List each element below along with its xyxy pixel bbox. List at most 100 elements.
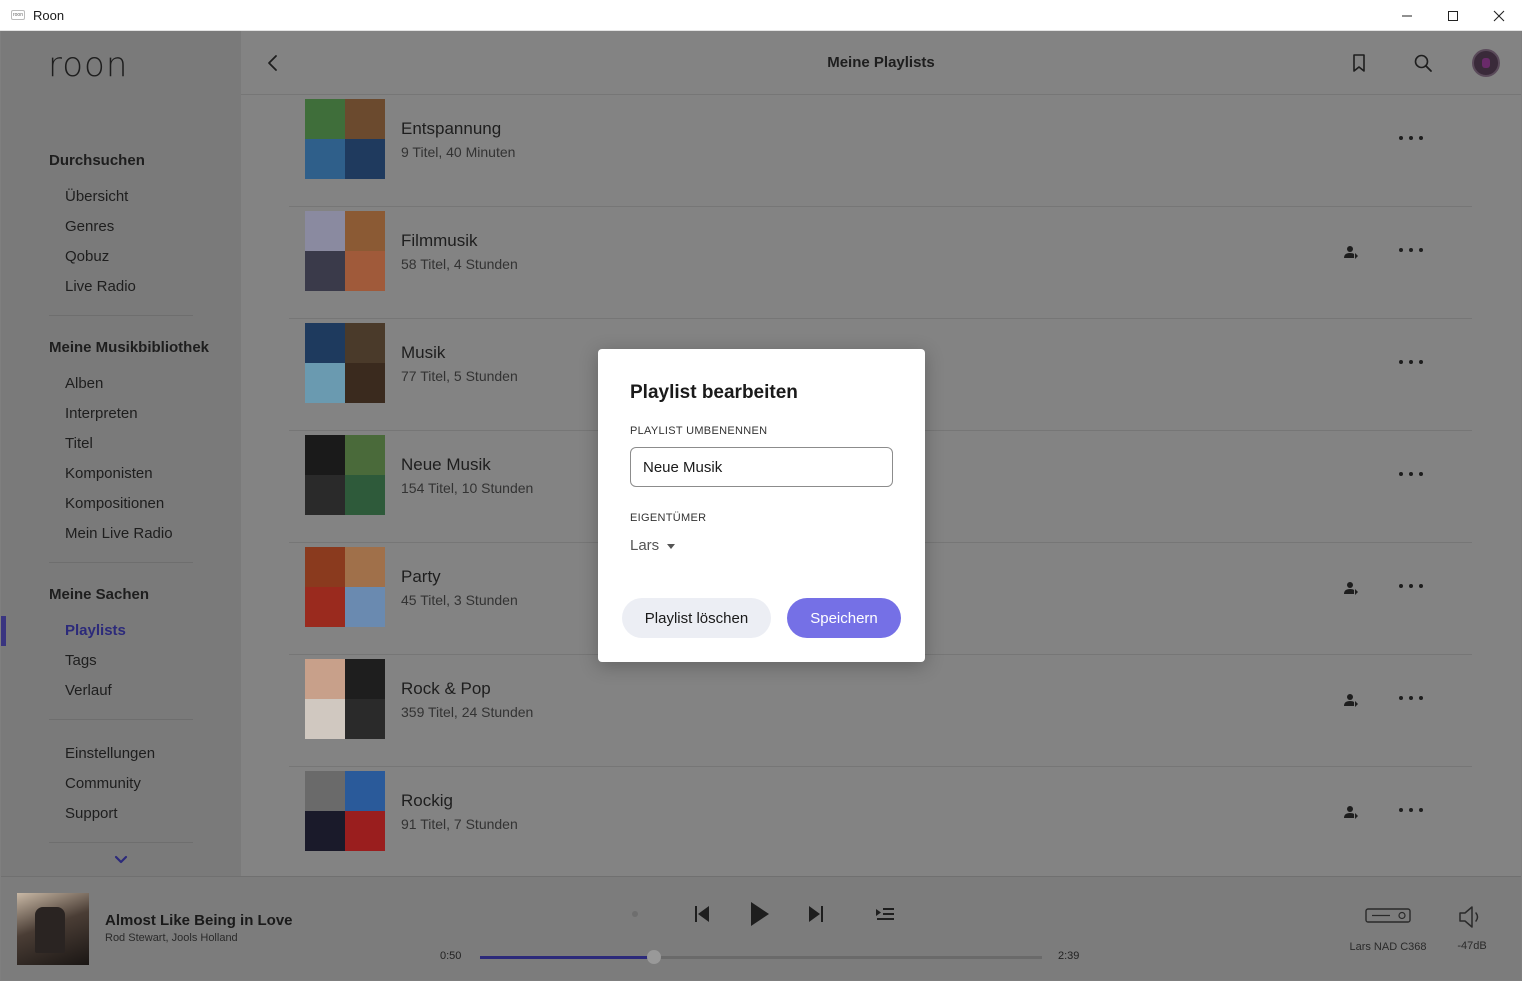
dot (1419, 696, 1423, 700)
now-playing-title[interactable]: Almost Like Being in Love (105, 912, 293, 929)
more-options-icon[interactable] (1399, 128, 1423, 148)
album-art-tile (305, 587, 345, 627)
dot (1399, 584, 1403, 588)
playlist-row[interactable]: Rock & Pop 359 Titel, 24 Stunden (289, 655, 1472, 767)
zone-name[interactable]: Lars NAD C368 (1347, 940, 1429, 955)
sidebar-item-genres[interactable]: Genres (65, 218, 114, 235)
album-art-tile (305, 659, 345, 699)
playlist-cover[interactable] (305, 659, 385, 739)
sidebar-item-tracks[interactable]: Titel (65, 435, 93, 452)
sidebar-item-overview[interactable]: Übersicht (65, 188, 128, 205)
playlist-cover[interactable] (305, 547, 385, 627)
dot (1409, 248, 1413, 252)
playlist-subtitle: 154 Titel, 10 Stunden (401, 480, 534, 496)
playlist-title[interactable]: Musik (401, 343, 445, 363)
album-art-tile (305, 475, 345, 515)
bookmark-icon[interactable] (1348, 52, 1370, 74)
more-options-icon[interactable] (1399, 352, 1423, 372)
playlist-cover[interactable] (305, 771, 385, 851)
sidebar-item-community[interactable]: Community (65, 775, 141, 792)
album-art-tile (345, 811, 385, 851)
owner-label: EIGENTÜMER (630, 512, 707, 524)
dot (1409, 472, 1413, 476)
amplifier-icon[interactable] (1364, 905, 1412, 927)
delete-playlist-button[interactable]: Playlist löschen (622, 598, 771, 638)
now-playing-album-art[interactable] (17, 893, 89, 965)
seek-bar[interactable] (480, 950, 1042, 964)
dot (1419, 360, 1423, 364)
seek-bar-handle[interactable] (647, 950, 662, 964)
more-options-icon[interactable] (1399, 576, 1423, 596)
more-options-icon[interactable] (1399, 240, 1423, 260)
playlist-title[interactable]: Entspannung (401, 119, 501, 139)
nav-heading-browse: Durchsuchen (49, 152, 145, 169)
search-icon[interactable] (1412, 52, 1434, 74)
playlist-name-input[interactable] (630, 447, 893, 487)
speaker-volume-icon[interactable] (1456, 904, 1484, 930)
radio-mode-icon[interactable] (629, 908, 641, 920)
roon-logo[interactable]: roon (48, 45, 128, 85)
sidebar-item-history[interactable]: Verlauf (65, 682, 112, 699)
caret-down-icon (667, 544, 676, 549)
seek-bar-fill (480, 956, 655, 959)
chevron-down-icon[interactable] (113, 853, 129, 867)
playlist-title[interactable]: Rock & Pop (401, 679, 491, 699)
next-track-icon[interactable] (805, 903, 827, 925)
album-art-tile (345, 211, 385, 251)
sidebar-item-live-radio[interactable]: Live Radio (65, 278, 136, 295)
maximize-button[interactable] (1430, 0, 1476, 31)
shared-user-icon (1344, 582, 1358, 595)
playlist-title[interactable]: Rockig (401, 791, 453, 811)
dot (1419, 136, 1423, 140)
playlist-title[interactable]: Neue Musik (401, 455, 491, 475)
sidebar-item-artists[interactable]: Interpreten (65, 405, 138, 422)
more-options-icon[interactable] (1399, 800, 1423, 820)
avatar[interactable] (1472, 49, 1500, 77)
owner-dropdown[interactable]: Lars (630, 537, 676, 554)
album-art-tile (305, 771, 345, 811)
sidebar-item-tags[interactable]: Tags (65, 652, 97, 669)
playlist-row[interactable]: Filmmusik 58 Titel, 4 Stunden (289, 207, 1472, 319)
save-button[interactable]: Speichern (787, 598, 901, 638)
playlist-title[interactable]: Party (401, 567, 441, 587)
nav-divider (49, 719, 193, 720)
playlist-cover[interactable] (305, 99, 385, 179)
now-playing-artist[interactable]: Rod Stewart, Jools Holland (105, 932, 238, 944)
more-options-icon[interactable] (1399, 464, 1423, 484)
sidebar-item-settings[interactable]: Einstellungen (65, 745, 155, 762)
previous-track-icon[interactable] (691, 903, 713, 925)
sidebar-item-qobuz[interactable]: Qobuz (65, 248, 109, 265)
playlist-cover[interactable] (305, 323, 385, 403)
play-icon[interactable] (745, 899, 773, 929)
sidebar-item-my-live-radio[interactable]: Mein Live Radio (65, 525, 173, 542)
dot (1399, 472, 1403, 476)
album-art-tile (345, 139, 385, 179)
queue-icon[interactable] (874, 906, 896, 922)
sidebar-item-playlists[interactable]: Playlists (65, 622, 126, 639)
playlist-title[interactable]: Filmmusik (401, 231, 478, 251)
sidebar-item-support[interactable]: Support (65, 805, 118, 822)
sidebar-item-compositions[interactable]: Kompositionen (65, 495, 164, 512)
album-art-tile (345, 587, 385, 627)
dot (1409, 808, 1413, 812)
more-options-icon[interactable] (1399, 688, 1423, 708)
dot (1399, 248, 1403, 252)
roon-app-icon: roon (11, 10, 25, 20)
shared-user-icon (1344, 806, 1358, 819)
album-art-tile (305, 435, 345, 475)
playlist-row[interactable]: Rockig 91 Titel, 7 Stunden (289, 767, 1472, 879)
playlist-subtitle: 9 Titel, 40 Minuten (401, 144, 516, 160)
playlist-cover[interactable] (305, 211, 385, 291)
elapsed-time: 0:50 (440, 950, 462, 962)
close-window-button[interactable] (1476, 0, 1522, 31)
player-bar: Almost Like Being in Love Rod Stewart, J… (1, 876, 1521, 980)
active-nav-indicator (1, 616, 6, 646)
minimize-button[interactable] (1384, 0, 1430, 31)
playlist-cover[interactable] (305, 435, 385, 515)
playlist-subtitle: 58 Titel, 4 Stunden (401, 256, 518, 272)
playlist-subtitle: 45 Titel, 3 Stunden (401, 592, 518, 608)
sidebar-item-albums[interactable]: Alben (65, 375, 103, 392)
dot (1409, 136, 1413, 140)
sidebar-item-composers[interactable]: Komponisten (65, 465, 153, 482)
playlist-row[interactable]: Entspannung 9 Titel, 40 Minuten (289, 95, 1472, 207)
